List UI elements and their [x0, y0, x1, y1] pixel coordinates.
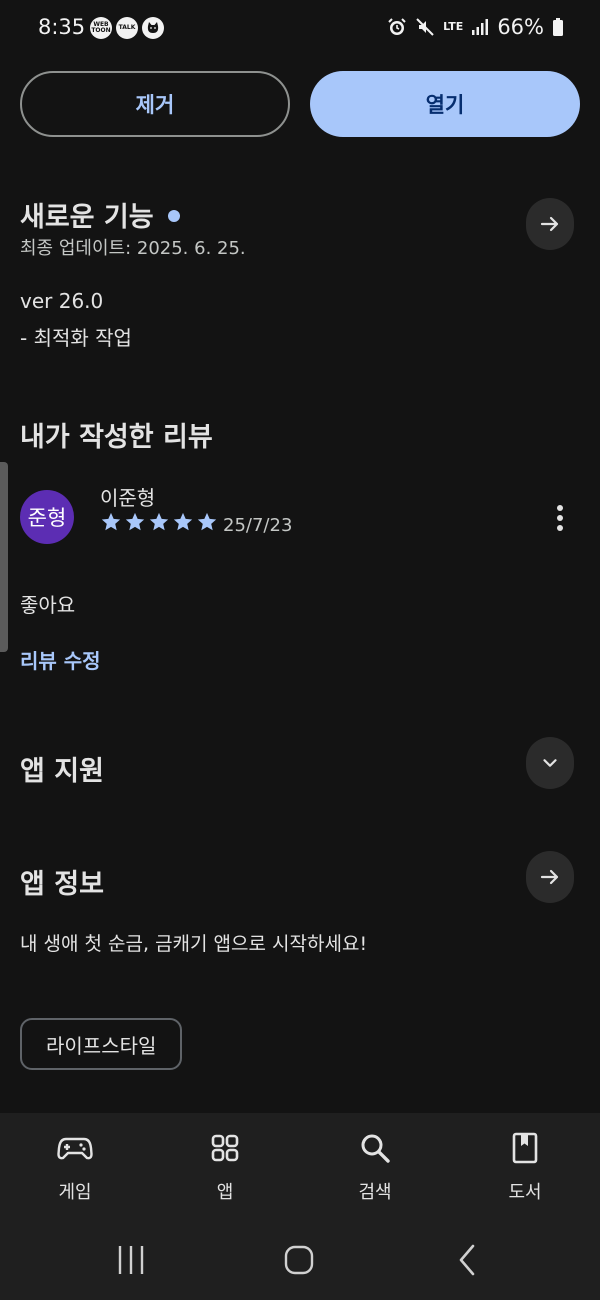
chevron-down-icon [543, 759, 557, 767]
avatar: 준형 [20, 490, 74, 544]
status-bar: 8:35 WEB TOON TALK LTE 66% [0, 0, 600, 58]
gamepad-icon [57, 1137, 93, 1160]
status-right-icons: LTE 66% [387, 15, 564, 39]
nav-label-search: 검색 [358, 1182, 392, 1203]
scroll-handle[interactable] [0, 462, 8, 652]
back-icon [459, 1244, 475, 1276]
review-more-button[interactable] [540, 498, 580, 538]
whats-new-title: 새로운 기능 [20, 202, 154, 233]
nav-label-books: 도서 [508, 1182, 542, 1203]
new-indicator-dot [167, 209, 180, 222]
home-icon [284, 1245, 314, 1275]
arrow-right-icon [540, 869, 559, 885]
back-button[interactable] [452, 1238, 482, 1286]
nav-item-games[interactable]: 게임 [15, 1130, 135, 1204]
whats-new-heading[interactable]: 새로운 기능 [20, 195, 180, 234]
nav-label-apps: 앱 [216, 1182, 234, 1203]
star-icon [149, 512, 169, 531]
last-updated: 최종 업데이트: 2025. 6. 25. [20, 238, 246, 259]
notification-icons: WEB TOON TALK [90, 17, 164, 39]
star-icon [197, 512, 217, 531]
app-support-expand-button[interactable] [526, 737, 574, 789]
alarm-icon [388, 18, 406, 35]
app-description: 내 생애 첫 순금, 금캐기 앱으로 시작하세요! [20, 933, 368, 955]
signal-icon [472, 19, 489, 35]
network-type: LTE [443, 20, 464, 33]
star-icon [125, 512, 145, 531]
version-text: ver 26.0 [20, 289, 104, 313]
webtoon-notification-icon: WEB TOON [90, 17, 112, 39]
app-support-heading[interactable]: 앱 지원 [20, 749, 104, 788]
edit-review-link[interactable]: 리뷰 수정 [20, 645, 101, 674]
nav-item-apps[interactable]: 앱 [165, 1130, 285, 1204]
open-button[interactable]: 열기 [310, 71, 580, 137]
book-icon [512, 1132, 538, 1164]
review-text: 좋아요 [20, 593, 76, 617]
remove-button[interactable]: 제거 [20, 71, 290, 137]
star-rating [100, 511, 218, 533]
star-icon [101, 512, 121, 531]
whats-new-arrow-button[interactable] [526, 198, 574, 250]
review-date: 25/7/23 [223, 515, 293, 536]
recents-button[interactable] [115, 1238, 147, 1286]
apps-grid-icon [211, 1134, 239, 1162]
search-icon [361, 1134, 390, 1163]
battery-percent: 66% [497, 15, 544, 39]
nav-item-search[interactable]: 검색 [315, 1130, 435, 1204]
more-vert-icon [557, 505, 563, 531]
star-icon [173, 512, 193, 531]
home-button[interactable] [282, 1238, 316, 1286]
release-notes: - 최적화 작업 [20, 326, 132, 350]
battery-icon [553, 18, 563, 36]
recents-icon [118, 1246, 144, 1274]
status-time: 8:35 [38, 15, 86, 39]
app-info-arrow-button[interactable] [526, 851, 574, 903]
arrow-right-icon [540, 216, 559, 232]
app-info-heading[interactable]: 앱 정보 [20, 862, 104, 901]
category-chip[interactable]: 라이프스타일 [20, 1018, 183, 1070]
talk-notification-icon: TALK [116, 17, 138, 39]
nav-item-books[interactable]: 도서 [465, 1130, 585, 1204]
nav-label-games: 게임 [58, 1182, 92, 1203]
mute-icon [416, 18, 434, 36]
review-author: 이준형 [100, 486, 156, 510]
my-review-heading: 내가 작성한 리뷰 [20, 422, 213, 453]
cat-icon [142, 17, 164, 39]
